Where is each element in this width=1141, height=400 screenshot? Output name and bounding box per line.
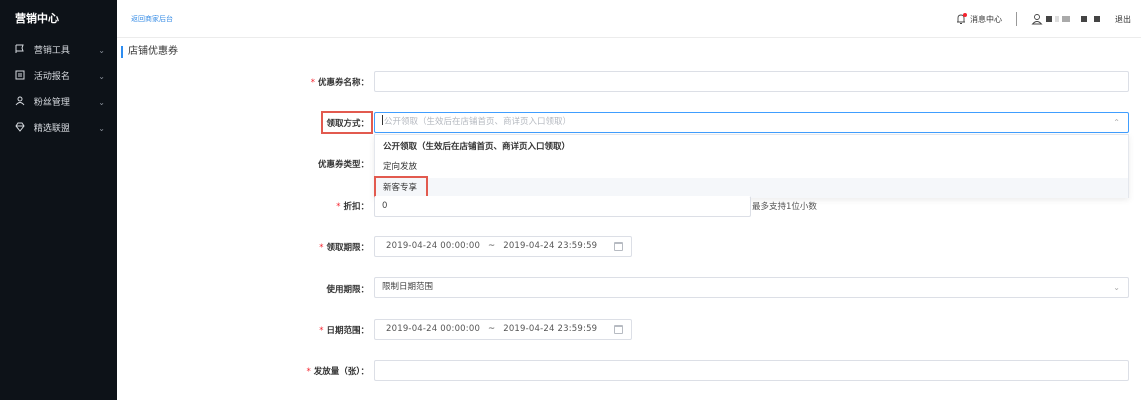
quantity-label: * 发放量（张）：: [306, 367, 369, 377]
claim-period-end: 2019-04-24 23:59:59: [503, 241, 598, 251]
date-range-picker[interactable]: 2019-04-24 00:00:00 ~ 2019-04-24 23:59:5…: [374, 319, 632, 340]
masked-username: [1062, 16, 1070, 22]
date-range-start: 2019-04-24 00:00:00: [386, 324, 481, 334]
chevron-down-icon: ⌄: [98, 46, 105, 55]
range-separator: ~: [487, 241, 496, 251]
claim-option-new-customer[interactable]: 新客专享: [375, 178, 1128, 198]
claim-period-range-picker[interactable]: 2019-04-24 00:00:00 ~ 2019-04-24 23:59:5…: [374, 236, 632, 257]
sidebar-item-fans-management[interactable]: 粉丝管理 ⌄: [0, 90, 117, 116]
header-divider: [1016, 12, 1017, 26]
claim-method-placeholder: 公开领取（生效后在店铺首页、商详页入口领取）: [384, 117, 572, 127]
calendar-icon: [614, 325, 623, 334]
chevron-down-icon: ⌄: [98, 72, 105, 81]
usage-period-value: 限制日期范围: [382, 282, 434, 292]
bell-icon[interactable]: [955, 13, 967, 25]
date-range-label: * 日期范围：: [319, 326, 369, 336]
header-right: 消息中心 退出: [955, 0, 1131, 38]
sidebar-item-label: 精选联盟: [33, 124, 70, 134]
masked-username: [1046, 16, 1052, 22]
fans-icon: [15, 96, 25, 106]
discount-input[interactable]: 0: [374, 196, 751, 217]
back-to-merchant-link[interactable]: 返回商家后台: [131, 14, 173, 24]
claim-period-label: * 领取期限：: [319, 243, 369, 253]
top-header: 返回商家后台 消息中心 退出: [117, 0, 1141, 38]
sidebar-brand: 营销中心: [15, 12, 59, 25]
usage-period-label: 使用期限：: [326, 285, 369, 295]
masked-username: [1055, 16, 1059, 22]
user-icon[interactable]: [1031, 13, 1043, 25]
discount-label: * 折扣：: [336, 202, 369, 212]
claim-method-dropdown: 公开领取（生效后在店铺首页、商详页入口领取） 定向发放 新客专享: [374, 134, 1129, 198]
message-center-link[interactable]: 消息中心: [970, 14, 1002, 25]
sidebar-item-selected-alliance[interactable]: 精选联盟 ⌄: [0, 116, 117, 142]
chevron-down-icon: ⌄: [1113, 283, 1120, 292]
notification-dot: [963, 13, 967, 17]
sidebar-item-marketing-tools[interactable]: 营销工具 ⌄: [0, 38, 117, 64]
range-separator: ~: [487, 324, 496, 334]
date-range-end: 2019-04-24 23:59:59: [503, 324, 598, 334]
coupon-name-label: * 优惠券名称：: [310, 78, 369, 88]
chevron-down-icon: ⌄: [98, 98, 105, 107]
claim-option-targeted[interactable]: 定向发放: [375, 157, 1128, 177]
discount-hint: 最多支持1位小数: [752, 202, 817, 212]
diamond-icon: [15, 122, 25, 132]
claim-option-public[interactable]: 公开领取（生效后在店铺首页、商详页入口领取）: [375, 137, 1128, 157]
chevron-down-icon: ⌄: [98, 124, 105, 133]
usage-period-select[interactable]: 限制日期范围 ⌄: [374, 277, 1129, 298]
sidebar: 营销中心 营销工具 ⌄ 活动报名 ⌄ 粉丝管理 ⌄ 精选联盟 ⌄: [0, 0, 117, 400]
chevron-up-icon: ⌃: [1113, 118, 1120, 127]
quantity-input[interactable]: [374, 360, 1129, 381]
sidebar-item-activity-signup[interactable]: 活动报名 ⌄: [0, 64, 117, 90]
calendar-icon: [614, 242, 623, 251]
logout-link[interactable]: 退出: [1115, 14, 1131, 25]
masked-username: [1081, 16, 1087, 22]
text-cursor: [382, 115, 383, 125]
coupon-name-input[interactable]: [374, 71, 1129, 92]
calendar-icon: [15, 70, 25, 80]
claim-period-start: 2019-04-24 00:00:00: [386, 241, 481, 251]
flag-icon: [15, 44, 24, 53]
sidebar-item-label: 营销工具: [33, 46, 70, 56]
sidebar-item-label: 活动报名: [33, 72, 70, 82]
sidebar-item-label: 粉丝管理: [33, 98, 70, 108]
coupon-type-label: 优惠券类型：: [317, 160, 369, 170]
page-title: 店铺优惠券: [121, 46, 178, 58]
masked-username: [1094, 16, 1100, 22]
claim-method-select[interactable]: 公开领取（生效后在店铺首页、商详页入口领取） ⌃: [374, 112, 1129, 133]
highlight-box: [321, 111, 373, 134]
